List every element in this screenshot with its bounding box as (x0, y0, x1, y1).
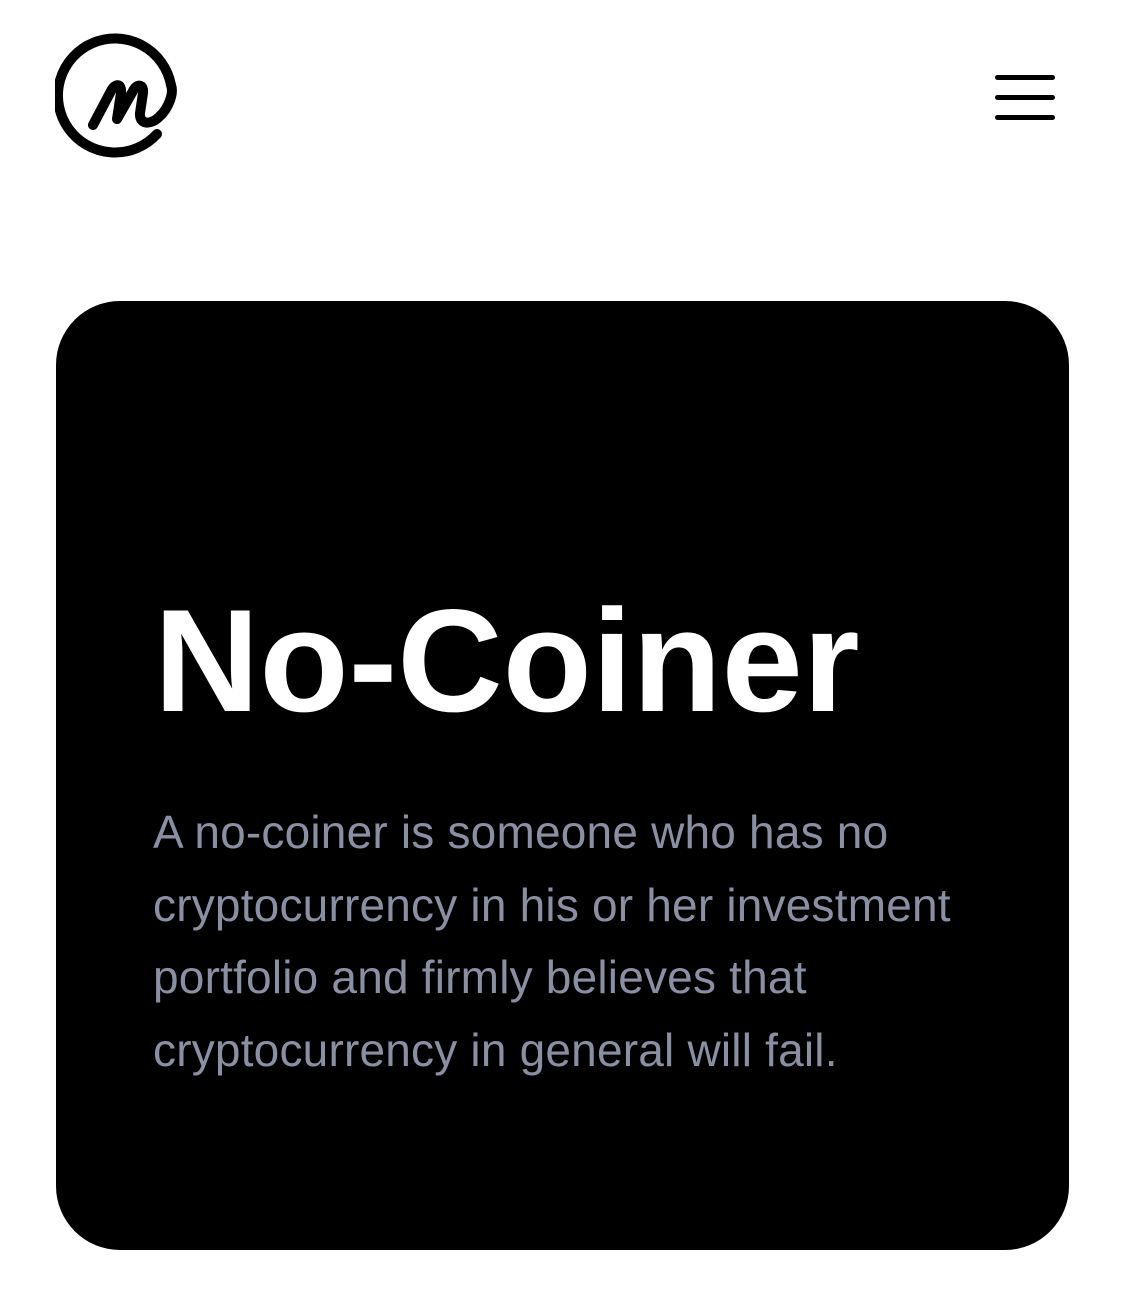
term-description: A no-coiner is someone who has no crypto… (153, 806, 951, 1076)
coinmarketcap-logo-icon[interactable] (55, 33, 181, 159)
definition-card: No-Coiner A no-coiner is someone who has… (56, 301, 1069, 1250)
top-header (0, 0, 1125, 200)
hamburger-menu-icon[interactable] (990, 72, 1060, 124)
term-title: No-Coiner (154, 579, 860, 742)
